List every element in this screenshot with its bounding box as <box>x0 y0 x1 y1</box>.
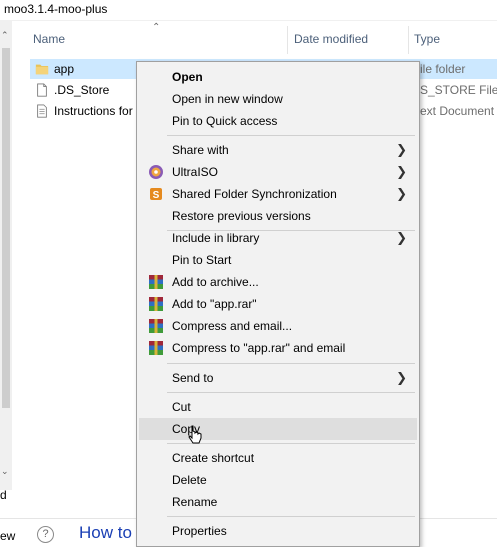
text-file-icon <box>37 104 47 118</box>
file-name: Instructions for <box>54 104 133 118</box>
menu-item-restore-previous-versions[interactable]: Restore previous versions <box>139 205 417 227</box>
column-date-modified[interactable]: Date modified <box>294 32 368 46</box>
file-name: app <box>54 62 75 76</box>
menu-item-label: Add to archive... <box>172 275 259 289</box>
file-name: .DS_Store <box>54 83 110 97</box>
window-title: moo3.1.4-moo-plus <box>4 2 108 16</box>
menu-separator <box>167 516 415 517</box>
menu-item-label: Send to <box>172 371 214 385</box>
menu-item-compress-to-app-rar-and-email[interactable]: Compress to "app.rar" and email <box>139 337 417 359</box>
menu-item-ultraiso[interactable]: UltraISO ❯ <box>139 161 417 183</box>
scroll-down-icon[interactable]: ⌄ <box>1 466 9 477</box>
folder-icon <box>35 64 49 75</box>
column-header: Name Date modified Type <box>24 26 497 54</box>
menu-item-pin-quick-access[interactable]: Pin to Quick access <box>139 110 417 132</box>
menu-item-label: Share with <box>172 143 229 157</box>
menu-item-shared-folder-sync[interactable]: S Shared Folder Synchronization ❯ <box>139 183 417 205</box>
menu-item-delete[interactable]: Delete <box>139 469 417 491</box>
ultraiso-icon <box>149 165 163 179</box>
winrar-icon <box>149 297 163 311</box>
menu-item-cut[interactable]: Cut <box>139 396 417 418</box>
column-divider[interactable] <box>408 26 409 54</box>
menu-item-include-in-library[interactable]: Include in library ❯ <box>139 227 417 249</box>
how-to-link[interactable]: How to <box>79 523 132 543</box>
submenu-arrow-icon: ❯ <box>396 230 407 245</box>
menu-item-copy[interactable]: Copy <box>139 418 417 440</box>
file-type: ext Document <box>420 104 495 118</box>
menu-item-label: Cut <box>172 400 191 414</box>
menu-separator <box>167 363 415 364</box>
menu-separator <box>167 392 415 393</box>
explorer-window: moo3.1.4-moo-plus ⌃ ⌄ d Name Date modifi… <box>0 0 497 547</box>
menu-item-pin-to-start[interactable]: Pin to Start <box>139 249 417 271</box>
menu-item-add-to-archive[interactable]: Add to archive... <box>139 271 417 293</box>
menu-item-send-to[interactable]: Send to ❯ <box>139 367 417 389</box>
context-menu: Open Open in new window Pin to Quick acc… <box>136 61 420 547</box>
view-label[interactable]: ew <box>0 529 15 543</box>
submenu-arrow-icon: ❯ <box>396 164 407 179</box>
menu-item-label: Restore previous versions <box>172 209 311 223</box>
file-type: ile folder <box>420 62 466 76</box>
scroll-up-icon[interactable]: ⌃ <box>1 30 9 41</box>
winrar-icon <box>149 275 163 289</box>
menu-item-compress-and-email[interactable]: Compress and email... <box>139 315 417 337</box>
menu-item-label: Pin to Quick access <box>172 114 278 128</box>
menu-item-label: Open in new window <box>172 92 283 106</box>
column-type[interactable]: Type <box>414 32 440 46</box>
nav-pane-scrollbar[interactable]: ⌃ ⌄ <box>0 20 12 490</box>
menu-separator <box>167 443 415 444</box>
menu-item-label: Properties <box>172 524 227 538</box>
menu-item-label: Include in library <box>172 231 260 245</box>
menu-item-open-new-window[interactable]: Open in new window <box>139 88 417 110</box>
column-name[interactable]: Name <box>33 32 65 46</box>
menu-item-label: Shared Folder Synchronization <box>172 187 337 201</box>
menu-item-open[interactable]: Open <box>139 66 417 88</box>
menu-separator <box>167 135 415 136</box>
menu-item-create-shortcut[interactable]: Create shortcut <box>139 447 417 469</box>
file-icon <box>37 83 47 97</box>
submenu-arrow-icon: ❯ <box>396 370 407 385</box>
menu-item-label: Compress to "app.rar" and email <box>172 341 346 355</box>
menu-item-rename[interactable]: Rename <box>139 491 417 513</box>
menu-item-label: UltraISO <box>172 165 219 179</box>
menu-item-label: Delete <box>172 473 207 487</box>
scrollbar-thumb[interactable] <box>2 48 10 408</box>
menu-item-label: Compress and email... <box>172 319 293 333</box>
mouse-cursor-icon <box>188 425 202 444</box>
help-icon[interactable]: ? <box>37 526 54 543</box>
sync-icon: S <box>150 188 162 201</box>
title-bar: moo3.1.4-moo-plus <box>0 0 497 21</box>
menu-item-label: Rename <box>172 495 218 509</box>
svg-text:S: S <box>153 190 160 201</box>
menu-item-share-with[interactable]: Share with ❯ <box>139 139 417 161</box>
winrar-icon <box>149 341 163 355</box>
menu-item-properties[interactable]: Properties <box>139 520 417 542</box>
submenu-arrow-icon: ❯ <box>396 142 407 157</box>
menu-item-label: Create shortcut <box>172 451 255 465</box>
winrar-icon <box>149 319 163 333</box>
menu-item-label: Pin to Start <box>172 253 232 267</box>
menu-item-label: Open <box>172 70 203 84</box>
column-divider[interactable] <box>287 26 288 54</box>
nav-pane-label: d <box>0 488 7 502</box>
menu-item-add-to-app-rar[interactable]: Add to "app.rar" <box>139 293 417 315</box>
file-type: S_STORE File <box>420 83 497 97</box>
menu-item-label: Add to "app.rar" <box>172 297 257 311</box>
sort-ascending-icon: ⌃ <box>152 22 161 33</box>
submenu-arrow-icon: ❯ <box>396 186 407 201</box>
